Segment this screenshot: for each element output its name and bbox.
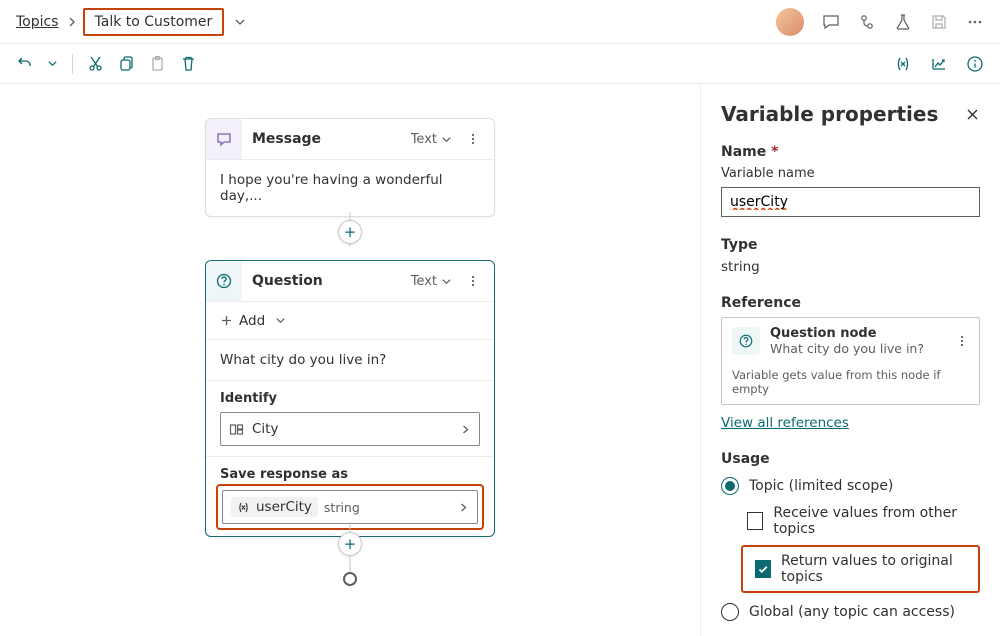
usage-return-highlight: Return values to original topics <box>741 545 980 593</box>
message-node-more-button[interactable] <box>462 132 484 146</box>
variable-type: string <box>324 500 360 515</box>
undo-more-button[interactable] <box>47 58 58 69</box>
topic-dropdown-button[interactable] <box>234 16 246 28</box>
question-prompt[interactable]: What city do you live in? <box>206 339 494 380</box>
entity-icon <box>229 422 244 437</box>
cut-button[interactable] <box>87 55 104 72</box>
name-label: Name * <box>721 144 980 160</box>
panel-title: Variable properties <box>721 102 965 126</box>
type-label: Type <box>721 237 980 253</box>
variable-chip: userCity <box>231 497 318 517</box>
paste-button[interactable] <box>149 55 166 72</box>
usage-topic-label: Topic (limited scope) <box>749 478 893 494</box>
delete-button[interactable] <box>180 55 197 72</box>
save-icon[interactable] <box>930 13 948 31</box>
message-body[interactable]: I hope you're having a wonderful day,... <box>206 159 494 216</box>
name-sublabel: Variable name <box>721 166 980 181</box>
close-button[interactable] <box>965 107 980 122</box>
view-all-references-link[interactable]: View all references <box>721 415 849 431</box>
message-node-title: Message <box>252 131 401 147</box>
analytics-button[interactable] <box>930 55 948 73</box>
end-node <box>343 572 357 586</box>
usage-global-radio[interactable]: Global (any topic can access) <box>721 603 980 621</box>
add-node-button[interactable]: + <box>338 220 362 244</box>
checker-icon[interactable] <box>858 13 876 31</box>
message-type-label: Text <box>411 132 437 147</box>
type-value: string <box>721 259 980 275</box>
topic-title-highlight: Talk to Customer <box>83 8 225 36</box>
more-icon[interactable] <box>966 13 984 31</box>
question-node[interactable]: Question Text Add What city do you live … <box>205 260 495 537</box>
variable-name: userCity <box>256 499 312 515</box>
avatar[interactable] <box>776 8 804 36</box>
reference-title: Question node <box>770 326 945 341</box>
copy-button[interactable] <box>118 55 135 72</box>
reference-label: Reference <box>721 295 980 311</box>
toolbar <box>0 44 1000 84</box>
identify-value: City <box>252 421 278 437</box>
question-node-title: Question <box>252 273 401 289</box>
question-type-label: Text <box>411 274 437 289</box>
undo-button[interactable] <box>16 55 33 72</box>
save-response-label: Save response as <box>220 467 480 482</box>
flask-icon[interactable] <box>894 13 912 31</box>
variables-button[interactable] <box>894 55 912 73</box>
radio-icon <box>721 477 739 495</box>
usage-topic-radio[interactable]: Topic (limited scope) <box>721 477 980 495</box>
usage-return-label: Return values to original topics <box>781 553 972 585</box>
question-node-more-button[interactable] <box>462 274 484 288</box>
identify-field[interactable]: City <box>220 412 480 446</box>
reference-card[interactable]: Question node What city do you live in? … <box>721 317 980 405</box>
variable-name-input[interactable] <box>721 187 980 217</box>
question-add-label: Add <box>239 313 265 329</box>
usage-return-checkbox[interactable]: Return values to original topics <box>755 553 972 585</box>
variable-icon <box>237 501 250 514</box>
message-node[interactable]: Message Text I hope you're having a wond… <box>205 118 495 217</box>
save-response-field[interactable]: userCity string <box>222 490 478 524</box>
message-icon <box>206 119 242 159</box>
usage-receive-checkbox[interactable]: Receive values from other topics <box>747 505 980 537</box>
add-node-button[interactable]: + <box>338 532 362 556</box>
checkbox-icon <box>755 560 771 578</box>
reference-footer: Variable gets value from this node if em… <box>722 364 979 404</box>
info-button[interactable] <box>966 55 984 73</box>
identify-label: Identify <box>220 391 480 406</box>
question-type-dropdown[interactable]: Text <box>411 274 452 289</box>
reference-subtitle: What city do you live in? <box>770 341 945 356</box>
radio-icon <box>721 603 739 621</box>
question-icon <box>732 327 760 355</box>
breadcrumb-topics[interactable]: Topics <box>16 14 59 30</box>
reference-more-button[interactable] <box>955 334 969 348</box>
variable-properties-panel: Variable properties Name * Variable name… <box>700 84 1000 636</box>
usage-receive-label: Receive values from other topics <box>773 505 980 537</box>
question-add-button[interactable]: Add <box>206 301 494 339</box>
usage-global-label: Global (any topic can access) <box>749 604 955 620</box>
breadcrumb-topic-title[interactable]: Talk to Customer <box>95 14 213 30</box>
question-icon <box>206 261 242 301</box>
usage-label: Usage <box>721 451 980 467</box>
top-bar: Topics Talk to Customer <box>0 0 1000 44</box>
authoring-canvas[interactable]: Message Text I hope you're having a wond… <box>0 84 700 636</box>
message-type-dropdown[interactable]: Text <box>411 132 452 147</box>
chevron-right-icon <box>67 17 77 27</box>
main-area: Message Text I hope you're having a wond… <box>0 84 1000 636</box>
comment-icon[interactable] <box>822 13 840 31</box>
checkbox-icon <box>747 512 763 530</box>
